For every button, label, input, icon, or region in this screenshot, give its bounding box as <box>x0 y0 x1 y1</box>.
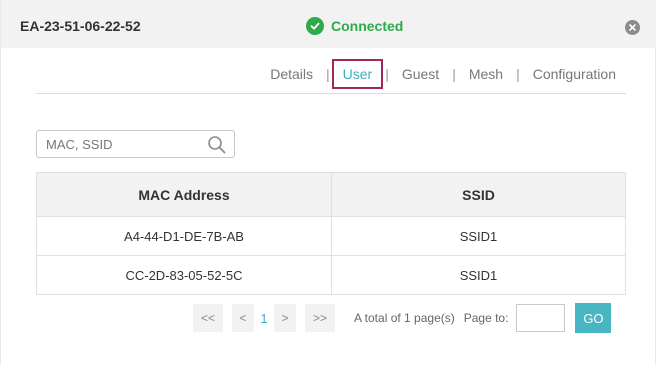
page-to-label: Page to: <box>463 311 509 325</box>
prev-page-button[interactable]: < <box>232 304 254 332</box>
pagination: << < 1 > >> A total of 1 page(s) Page to… <box>193 303 612 333</box>
tab-separator: | <box>516 66 520 82</box>
tab-separator: | <box>452 66 456 82</box>
first-page-button[interactable]: << <box>193 304 223 332</box>
tab-mesh[interactable]: Mesh <box>468 66 504 82</box>
page-number-button[interactable]: 1 <box>254 304 274 332</box>
column-header-mac-address[interactable]: MAC Address <box>36 172 332 217</box>
tab-separator: | <box>326 66 330 82</box>
cell-ssid: SSID1 <box>331 216 626 256</box>
page-summary: A total of 1 page(s) <box>354 311 455 325</box>
close-icon[interactable] <box>625 20 640 35</box>
next-page-button[interactable]: > <box>274 304 296 332</box>
tab-configuration[interactable]: Configuration <box>532 66 617 82</box>
tab-separator: | <box>385 66 389 82</box>
device-name: EA-23-51-06-22-52 <box>20 18 141 34</box>
go-button[interactable]: GO <box>575 303 612 333</box>
table-header-row: MAC Address SSID <box>36 172 626 217</box>
status-text: Connected <box>331 18 404 34</box>
cell-ssid: SSID1 <box>331 255 626 295</box>
tab-user[interactable]: User <box>331 59 384 89</box>
search-input[interactable] <box>37 131 206 157</box>
client-table: MAC Address SSID A4-44-D1-DE-7B-AB SSID1… <box>36 172 626 295</box>
table-row: CC-2D-83-05-52-5C SSID1 <box>36 255 626 295</box>
tab-guest[interactable]: Guest <box>401 66 440 82</box>
client-list-panel: EA-23-51-06-22-52 Connected Details | Us… <box>0 0 656 365</box>
column-header-ssid[interactable]: SSID <box>331 172 626 217</box>
cell-mac-address: CC-2D-83-05-52-5C <box>36 255 332 295</box>
panel-header: EA-23-51-06-22-52 Connected <box>1 0 656 48</box>
tab-bar: Details | User | Guest | Mesh | Configur… <box>269 59 617 89</box>
connection-status: Connected <box>306 17 403 35</box>
search-box <box>36 130 235 158</box>
last-page-button[interactable]: >> <box>305 304 335 332</box>
page-to-input[interactable] <box>516 304 566 332</box>
cell-mac-address: A4-44-D1-DE-7B-AB <box>36 216 332 256</box>
search-icon[interactable] <box>207 135 227 155</box>
tab-details[interactable]: Details <box>269 66 314 82</box>
tab-divider <box>36 93 626 94</box>
check-circle-icon <box>306 17 324 35</box>
table-row: A4-44-D1-DE-7B-AB SSID1 <box>36 216 626 256</box>
